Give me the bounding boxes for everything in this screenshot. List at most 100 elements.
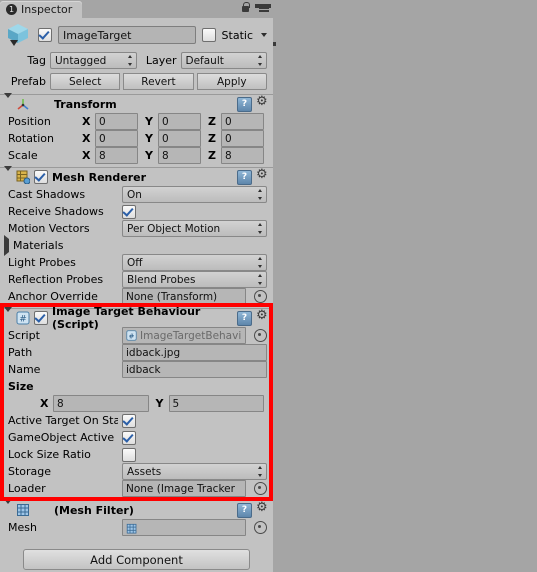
property-value: idback bbox=[126, 363, 161, 376]
property-checkbox[interactable] bbox=[122, 447, 136, 462]
property-dropdown[interactable]: Per Object Motion bbox=[122, 220, 267, 237]
property-row: Lock Size Ratio bbox=[0, 446, 273, 463]
field-x[interactable]: 0 bbox=[95, 113, 138, 130]
component-header-mesh-renderer[interactable]: Mesh Renderer? bbox=[0, 165, 273, 186]
layer-label: Layer bbox=[145, 54, 177, 67]
updown-icon bbox=[258, 55, 263, 66]
property-row: Materials bbox=[0, 235, 273, 256]
property-label: Script bbox=[8, 329, 40, 342]
gear-icon[interactable] bbox=[256, 309, 269, 325]
field-y[interactable]: 0 bbox=[158, 130, 201, 147]
prefab-select-button[interactable]: Select bbox=[50, 73, 121, 90]
property-dropdown[interactable]: On bbox=[122, 186, 267, 203]
property-row: Mesh bbox=[0, 519, 273, 536]
field-x[interactable]: 0 bbox=[95, 130, 138, 147]
property-checkbox[interactable] bbox=[122, 204, 136, 219]
inspector-tab-label: Inspector bbox=[21, 3, 73, 16]
property-row: Light Probes Off bbox=[0, 254, 273, 271]
property-label: Loader bbox=[8, 482, 46, 495]
field-z[interactable]: 8 bbox=[221, 147, 264, 164]
csharp-script-icon: # bbox=[126, 330, 137, 341]
property-row: Active Target On Start bbox=[0, 412, 273, 429]
prefab-revert-button[interactable]: Revert bbox=[123, 73, 194, 90]
updown-icon bbox=[258, 274, 263, 285]
inspector-tab-controls bbox=[241, 2, 271, 13]
axis-label-z: Z bbox=[208, 132, 216, 145]
property-checkbox[interactable] bbox=[122, 430, 136, 445]
object-reference-field[interactable] bbox=[122, 519, 246, 536]
prefab-apply-button[interactable]: Apply bbox=[196, 73, 267, 90]
chevron-down-icon[interactable] bbox=[4, 498, 12, 517]
property-label: GameObject Active Co bbox=[8, 431, 118, 444]
property-label: Anchor Override bbox=[8, 290, 98, 303]
object-reference-field[interactable]: None (Image Tracker bbox=[122, 480, 246, 497]
property-row: Reflection Probes Blend Probes bbox=[0, 271, 273, 288]
help-icon[interactable]: ? bbox=[237, 502, 252, 518]
property-value: 8 bbox=[225, 149, 232, 162]
field-x[interactable]: 8 bbox=[53, 395, 149, 412]
gameobject-name-input[interactable]: ImageTarget bbox=[58, 26, 196, 44]
layer-dropdown[interactable]: Default bbox=[180, 52, 267, 69]
lock-icon[interactable] bbox=[241, 2, 250, 13]
help-icon[interactable]: ? bbox=[237, 169, 252, 185]
component-header-icons: ? bbox=[237, 95, 269, 112]
field-z[interactable]: 0 bbox=[221, 113, 264, 130]
mesh-filter-icon bbox=[16, 503, 30, 517]
chevron-down-icon[interactable] bbox=[4, 92, 12, 111]
field-x[interactable]: 8 bbox=[95, 147, 138, 164]
csharp-script-icon: # bbox=[16, 311, 30, 325]
gameobject-enabled-checkbox[interactable] bbox=[38, 28, 52, 42]
object-picker-icon[interactable] bbox=[254, 482, 267, 495]
updown-icon bbox=[258, 257, 263, 268]
property-label: Storage bbox=[8, 465, 52, 478]
help-icon[interactable]: ? bbox=[237, 310, 252, 326]
object-picker-icon[interactable] bbox=[254, 521, 267, 534]
property-dropdown[interactable]: Assets bbox=[122, 463, 267, 480]
tab-inspector[interactable]: 1 Inspector bbox=[0, 1, 83, 18]
chevron-down-icon[interactable] bbox=[4, 165, 12, 184]
static-checkbox[interactable] bbox=[201, 28, 216, 42]
text-input[interactable]: idback.jpg bbox=[122, 344, 267, 361]
property-value: On bbox=[127, 188, 142, 201]
prefab-row: Prefab Select Revert Apply bbox=[0, 71, 273, 94]
property-row: Receive Shadows bbox=[0, 203, 273, 220]
property-checkbox[interactable] bbox=[122, 413, 136, 428]
add-component-button[interactable]: Add Component bbox=[23, 549, 250, 570]
static-dropdown-icon[interactable] bbox=[261, 33, 267, 37]
property-value: Blend Probes bbox=[127, 273, 196, 286]
field-y[interactable]: 5 bbox=[168, 395, 264, 412]
field-z[interactable]: 0 bbox=[221, 130, 264, 147]
axis-label-z: Z bbox=[208, 115, 216, 128]
component-header-image-target-behaviour[interactable]: # Image Target Behaviour (Script)? bbox=[0, 305, 273, 331]
object-reference-field[interactable]: None (Transform) bbox=[122, 288, 246, 305]
gear-icon[interactable] bbox=[256, 501, 269, 517]
field-y[interactable]: 0 bbox=[158, 113, 201, 130]
component-header-transform[interactable]: Transform? bbox=[0, 92, 273, 113]
property-dropdown[interactable]: Off bbox=[122, 254, 267, 271]
script-reference-field[interactable]: # ImageTargetBehavi bbox=[122, 327, 246, 344]
property-value: Off bbox=[127, 256, 143, 269]
property-label: Reflection Probes bbox=[8, 273, 104, 286]
cube-icon bbox=[6, 23, 32, 47]
tag-dropdown[interactable]: Untagged bbox=[50, 52, 137, 69]
component-enabled-checkbox[interactable] bbox=[34, 311, 48, 325]
property-row: Scale X 8 Y 8 Z 8 bbox=[0, 147, 273, 164]
field-y[interactable]: 8 bbox=[158, 147, 201, 164]
help-icon[interactable]: ? bbox=[237, 96, 252, 112]
property-label: Lock Size Ratio bbox=[8, 448, 91, 461]
property-row: GameObject Active Co bbox=[0, 429, 273, 446]
component-enabled-checkbox[interactable] bbox=[34, 170, 48, 184]
text-input[interactable]: idback bbox=[122, 361, 267, 378]
chevron-right-icon[interactable] bbox=[4, 235, 9, 256]
property-dropdown[interactable]: Blend Probes bbox=[122, 271, 267, 288]
property-label: Motion Vectors bbox=[8, 222, 90, 235]
component-header-icons: ? bbox=[237, 168, 269, 185]
chevron-down-icon[interactable] bbox=[4, 306, 12, 325]
object-picker-icon[interactable] bbox=[254, 329, 267, 342]
gear-icon[interactable] bbox=[256, 168, 269, 184]
object-picker-icon[interactable] bbox=[254, 290, 267, 303]
menu-icon[interactable] bbox=[255, 2, 271, 13]
component-header-mesh-filter[interactable]: (Mesh Filter)? bbox=[0, 498, 273, 519]
gameobject-name-value: ImageTarget bbox=[63, 28, 132, 42]
gear-icon[interactable] bbox=[256, 95, 269, 111]
